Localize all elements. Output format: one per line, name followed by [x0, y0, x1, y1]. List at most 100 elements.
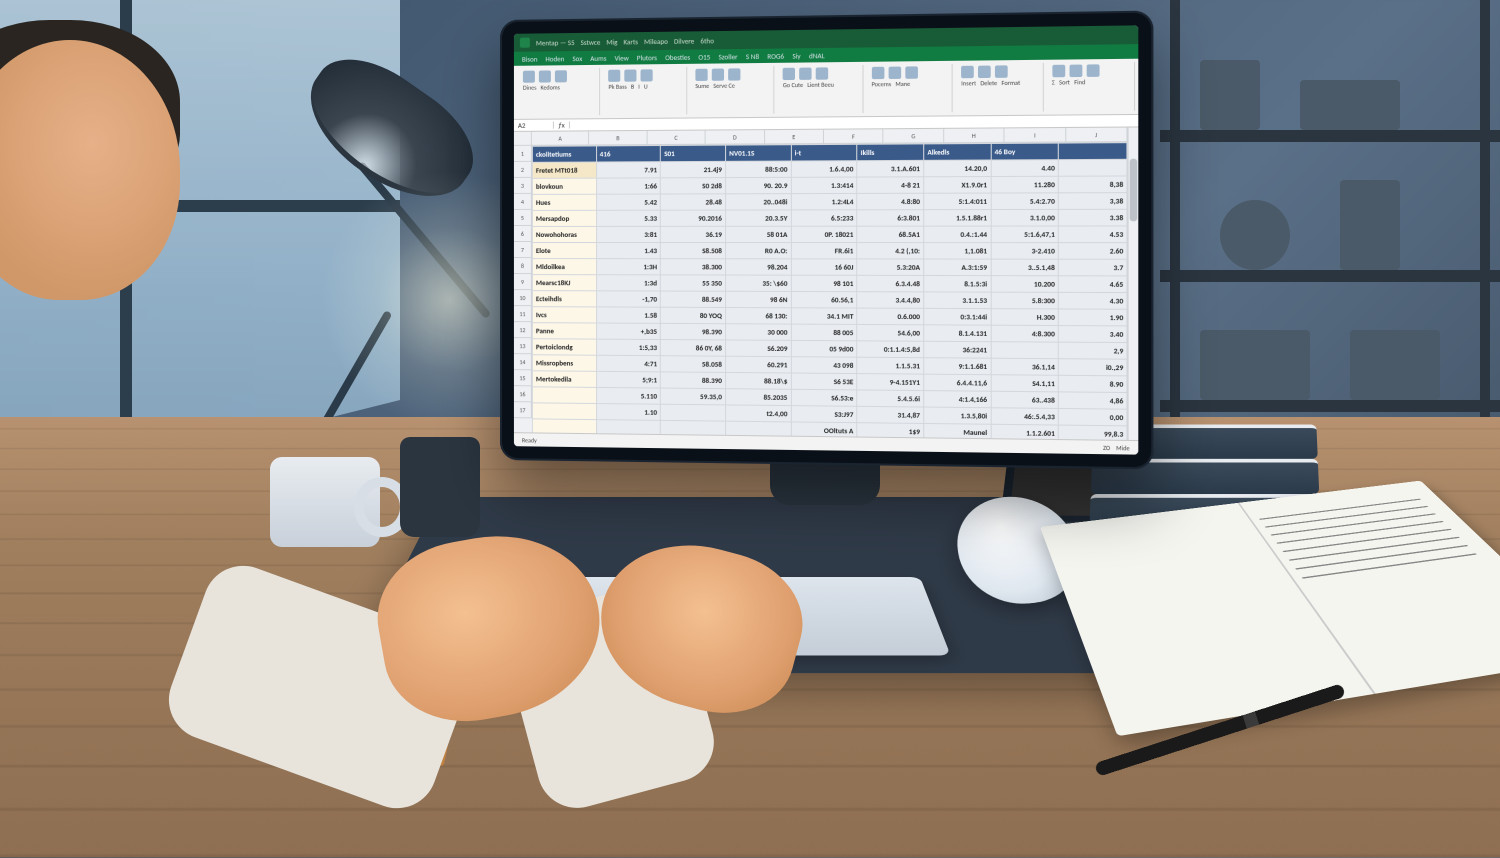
data-cell[interactable]: 1:5,33 — [596, 339, 660, 356]
data-cell[interactable]: 68 130: — [726, 307, 791, 324]
data-cell[interactable]: 5.4:2.70 — [991, 193, 1059, 210]
data-cell[interactable]: 4:1.4,166 — [924, 391, 991, 408]
data-cell[interactable]: X1.9.0r1 — [924, 177, 991, 194]
data-cell[interactable]: 1:3H — [596, 259, 660, 275]
data-cell[interactable]: 98.204 — [726, 259, 791, 275]
data-cell[interactable]: 54.6,00 — [857, 324, 924, 341]
data-cell[interactable]: 3.38 — [1059, 209, 1127, 226]
menu-item[interactable]: Szoller — [718, 53, 737, 60]
row-header[interactable]: 4 — [514, 194, 532, 210]
row-label-cell[interactable]: Elote — [532, 243, 596, 259]
data-cell[interactable]: 1,1.081 — [924, 243, 991, 260]
ribbon-icon[interactable] — [816, 67, 828, 79]
row-header[interactable]: 9 — [514, 274, 532, 290]
data-cell[interactable]: 43 098 — [791, 357, 857, 374]
data-cell[interactable]: 5:1.6,47,1 — [991, 226, 1059, 243]
data-cell[interactable]: 11.280 — [991, 176, 1059, 193]
ribbon-icon[interactable] — [1086, 64, 1099, 77]
data-cell[interactable]: 8,38 — [1059, 176, 1127, 193]
data-cell[interactable]: 98.390 — [661, 323, 726, 340]
data-cell[interactable]: t2.4,00 — [726, 405, 791, 422]
data-cell[interactable]: 8.90 — [1059, 375, 1127, 392]
row-label-cell[interactable]: Mearsc18KJ — [532, 275, 596, 291]
ribbon-icon[interactable] — [1069, 65, 1082, 78]
data-cell[interactable]: 5.4.5.6i — [857, 390, 924, 407]
data-cell[interactable]: 36.19 — [661, 226, 726, 242]
name-box[interactable]: A2 — [514, 122, 554, 129]
data-cell[interactable]: 1.43 — [596, 243, 660, 259]
data-cell[interactable]: 5.42 — [596, 194, 660, 210]
ribbon-icon[interactable] — [641, 69, 653, 81]
data-cell[interactable]: 2,9 — [1059, 342, 1127, 359]
row-header[interactable]: 7 — [514, 242, 532, 258]
data-cell[interactable]: 14.20,0 — [924, 160, 991, 177]
data-cell[interactable]: 31.4,87 — [857, 406, 924, 423]
data-cell[interactable]: 3..5.1,48 — [991, 259, 1059, 276]
data-cell[interactable]: 3.1.A.601 — [857, 160, 924, 177]
table-header-cell[interactable]: ckolitetiums — [532, 146, 596, 162]
data-cell[interactable]: 1:66 — [596, 178, 660, 194]
ribbon-icon[interactable] — [609, 70, 621, 82]
data-cell[interactable]: 5:1.4:011 — [924, 193, 991, 210]
ribbon-label[interactable]: Delete — [980, 80, 997, 86]
data-cell[interactable]: 98 6N — [726, 291, 791, 308]
row-header[interactable]: 1 — [514, 146, 532, 162]
data-cell[interactable]: 3-2.410 — [991, 243, 1059, 260]
data-cell[interactable]: 4.65 — [1059, 276, 1127, 293]
ribbon-icon[interactable] — [728, 68, 740, 80]
data-cell[interactable]: 6.4.4.11,6 — [924, 374, 991, 391]
ribbon-label[interactable]: Dines — [523, 85, 537, 91]
ribbon-icon[interactable] — [523, 71, 535, 83]
column-header[interactable]: C — [647, 131, 705, 146]
data-cell[interactable]: 28.48 — [661, 194, 726, 210]
data-cell[interactable]: 1.10 — [596, 404, 660, 421]
data-cell[interactable]: 1.2:4L4 — [791, 193, 857, 210]
data-cell[interactable]: 5.3:20A — [857, 259, 924, 276]
data-cell[interactable]: 3.4.4,80 — [857, 292, 924, 309]
data-cell[interactable]: S8.508 — [661, 243, 726, 259]
data-cell[interactable]: 6:3.801 — [857, 210, 924, 227]
data-cell[interactable]: 4-8 21 — [857, 177, 924, 194]
row-label-cell[interactable]: Fretet MTt018 — [532, 162, 596, 178]
data-cell[interactable]: 1.5.1.88r1 — [924, 210, 991, 227]
data-cell[interactable]: +,b35 — [596, 323, 660, 340]
row-header[interactable]: 6 — [514, 226, 532, 242]
row-label-cell[interactable]: Nowohohoras — [532, 226, 596, 242]
ribbon-label[interactable]: Kedoms — [540, 84, 559, 90]
data-cell[interactable]: 3,38 — [1059, 193, 1127, 210]
data-cell[interactable]: 5.8:300 — [991, 292, 1059, 309]
data-cell[interactable]: 1.1.5.31 — [857, 357, 924, 374]
data-cell[interactable]: 60.291 — [726, 356, 791, 373]
ribbon-label[interactable]: Go Cute — [783, 82, 803, 88]
data-cell[interactable]: 30 000 — [726, 324, 791, 341]
data-cell[interactable]: 98 101 — [791, 275, 857, 292]
menu-item[interactable]: Siy — [792, 52, 800, 59]
data-cell[interactable]: 4:71 — [596, 355, 660, 372]
data-cell[interactable]: 05 9d00 — [791, 340, 857, 357]
data-cell[interactable]: i0.,29 — [1059, 359, 1127, 376]
ribbon-icon[interactable] — [625, 69, 637, 81]
table-header-cell[interactable]: Alkedls — [924, 143, 991, 160]
ribbon-icon[interactable] — [1052, 65, 1065, 78]
data-cell[interactable]: 8.1.4.131 — [924, 325, 991, 342]
data-cell[interactable]: 88.390 — [661, 372, 726, 389]
data-cell[interactable]: 88 005 — [791, 324, 857, 341]
data-cell[interactable]: 0,00 — [1059, 408, 1127, 425]
row-header[interactable]: 11 — [514, 306, 532, 322]
data-cell[interactable]: 46:.5.4,33 — [991, 408, 1059, 425]
ribbon-label[interactable]: Mane — [895, 81, 910, 87]
menu-item[interactable]: Obesties — [665, 53, 690, 60]
data-cell[interactable]: 9-4.151Y1 — [857, 374, 924, 391]
ribbon[interactable]: DinesKedomsPk BassBIUSumeServe CeGo Cute… — [514, 59, 1138, 120]
data-cell[interactable]: 90. 20.9 — [726, 177, 791, 194]
row-label-cell[interactable]: Mertokedila — [532, 371, 596, 388]
ribbon-label[interactable]: Lient Beeu — [807, 82, 834, 88]
data-cell[interactable]: 59.35,0 — [661, 388, 726, 405]
data-cell[interactable]: 9:1.1.681 — [924, 358, 991, 375]
data-cell[interactable]: 8.1.5:3i — [924, 275, 991, 292]
data-cell[interactable]: 3.1.0,00 — [991, 209, 1059, 226]
table-header-cell[interactable]: Ikills — [857, 144, 924, 161]
row-label-cell[interactable] — [532, 387, 596, 404]
data-cell[interactable]: 4,86 — [1059, 392, 1127, 409]
data-cell[interactable]: 10.200 — [991, 276, 1059, 293]
